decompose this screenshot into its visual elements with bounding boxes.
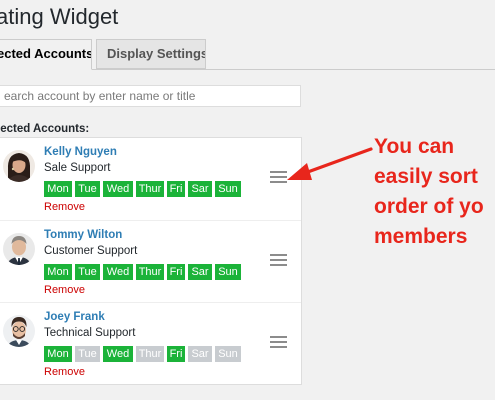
day-toggle-sat[interactable]: Sar [188,181,212,197]
remove-link[interactable]: Remove [44,284,85,296]
callout-line: members [374,225,468,248]
callout-line: order of yo [374,195,484,218]
tab-display-settings[interactable]: Display Settings [96,39,206,69]
member-name-link[interactable]: Tommy Wilton [44,229,122,241]
member-item: Joey Frank Technical Support Mon Tue Wed Th… [0,302,301,384]
day-toggle-group: Mon Tue Wed Thur Fri Sar Sun [44,346,244,362]
day-toggle-sun[interactable]: Sun [215,264,241,280]
member-role: Sale Support [44,162,111,174]
member-name-link[interactable]: Joey Frank [44,311,105,323]
day-toggle-tue[interactable]: Tue [75,264,100,280]
remove-link[interactable]: Remove [44,201,85,213]
drag-handle-icon[interactable] [270,336,287,350]
day-toggle-thur[interactable]: Thur [136,346,164,362]
day-toggle-mon[interactable]: Mon [44,346,72,362]
woman-portrait-icon [3,146,35,186]
day-toggle-sat[interactable]: Sar [188,346,212,362]
page-title: ating Widget [0,4,119,29]
day-toggle-wed[interactable]: Wed [103,346,133,362]
day-toggle-sun[interactable]: Sun [215,346,241,362]
day-toggle-mon[interactable]: Mon [44,264,72,280]
day-toggle-thur[interactable]: Thur [136,264,164,280]
day-toggle-mon[interactable]: Mon [44,181,72,197]
day-toggle-sun[interactable]: Sun [215,181,241,197]
callout-line: easily sort [374,165,478,188]
tab-selected-accounts[interactable]: ected Accounts [0,39,92,70]
member-item: Kelly Nguyen Sale Support Mon Tue Wed Thur F… [0,138,301,220]
day-toggle-thur[interactable]: Thur [136,181,164,197]
drag-handle-icon[interactable] [270,254,287,268]
day-toggle-tue[interactable]: Tue [75,346,100,362]
day-toggle-wed[interactable]: Wed [103,264,133,280]
day-toggle-fri[interactable]: Fri [167,346,185,362]
day-toggle-group: Mon Tue Wed Thur Fri Sar Sun [44,181,244,197]
member-item: Tommy Wilton Customer Support Mon Tue Wed T… [0,220,301,302]
callout-line: You can [374,135,455,158]
callout-arrow-icon [287,147,373,180]
day-toggle-sat[interactable]: Sar [188,264,212,280]
man-glasses-portrait-icon [3,311,35,351]
day-toggle-group: Mon Tue Wed Thur Fri Sar Sun [44,264,244,280]
member-name-link[interactable]: Kelly Nguyen [44,146,117,158]
search-input[interactable] [0,85,301,107]
sort-hint-callout: You can easily sort order of yo members [374,132,484,252]
man-portrait-icon [3,229,35,269]
day-toggle-wed[interactable]: Wed [103,181,133,197]
remove-link[interactable]: Remove [44,366,85,378]
selected-accounts-list: Kelly Nguyen Sale Support Mon Tue Wed Thur F… [0,137,302,385]
selected-accounts-label: lected Accounts: [0,123,90,135]
day-toggle-tue[interactable]: Tue [75,181,100,197]
member-role: Customer Support [44,245,138,257]
member-role: Technical Support [44,327,136,339]
day-toggle-fri[interactable]: Fri [167,181,185,197]
day-toggle-fri[interactable]: Fri [167,264,185,280]
